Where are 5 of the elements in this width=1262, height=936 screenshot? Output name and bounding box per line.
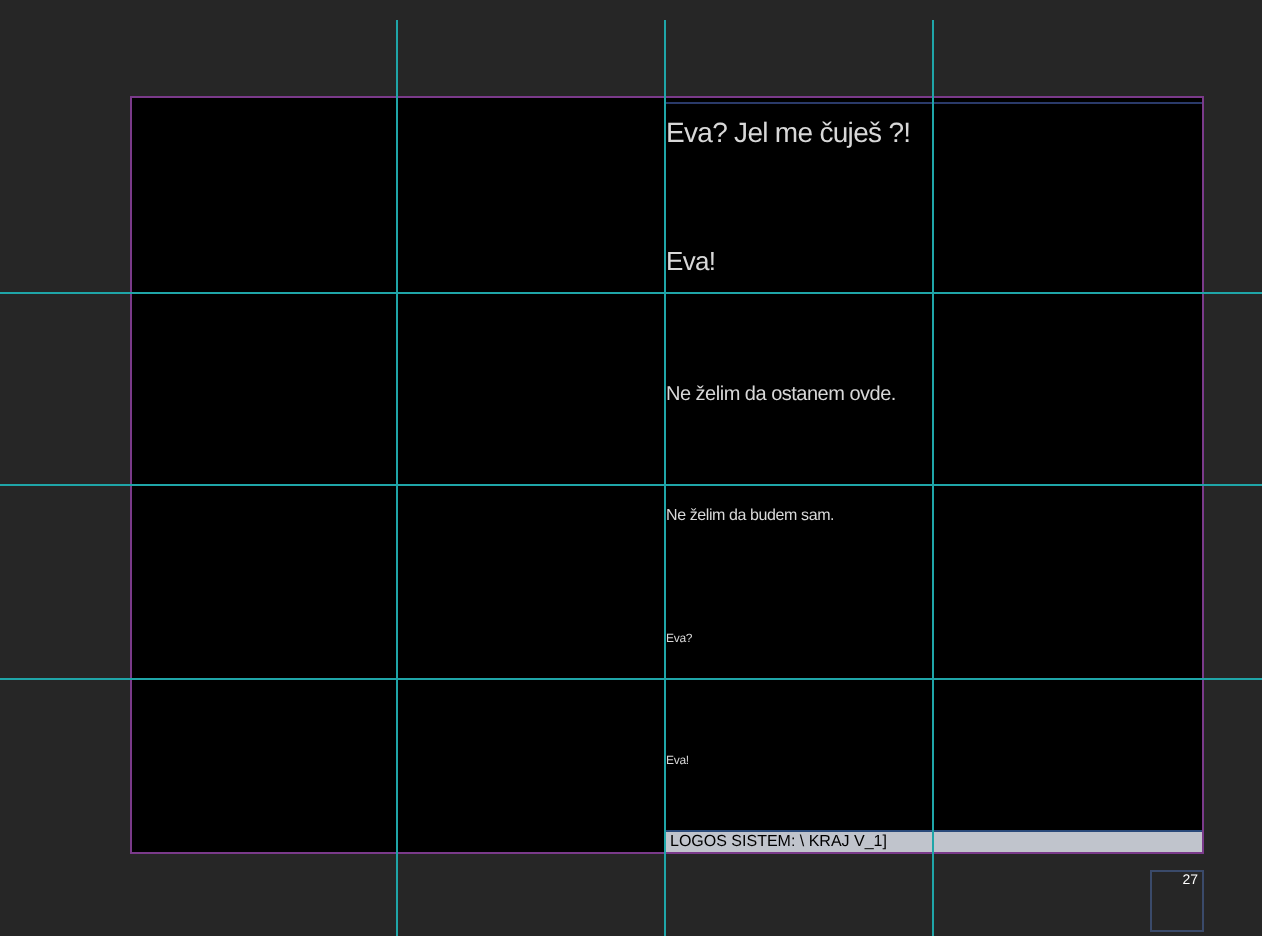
text-line: Eva! <box>666 245 716 276</box>
status-bar: LOGOS SISTEM: \ KRAJ V_1] <box>666 832 1202 852</box>
text-line: Eva? Jel me čuješ ?! <box>666 116 911 148</box>
text-line: Ne želim da ostanem ovde. <box>666 384 896 407</box>
text-line: Ne želim da budem sam. <box>666 505 835 524</box>
